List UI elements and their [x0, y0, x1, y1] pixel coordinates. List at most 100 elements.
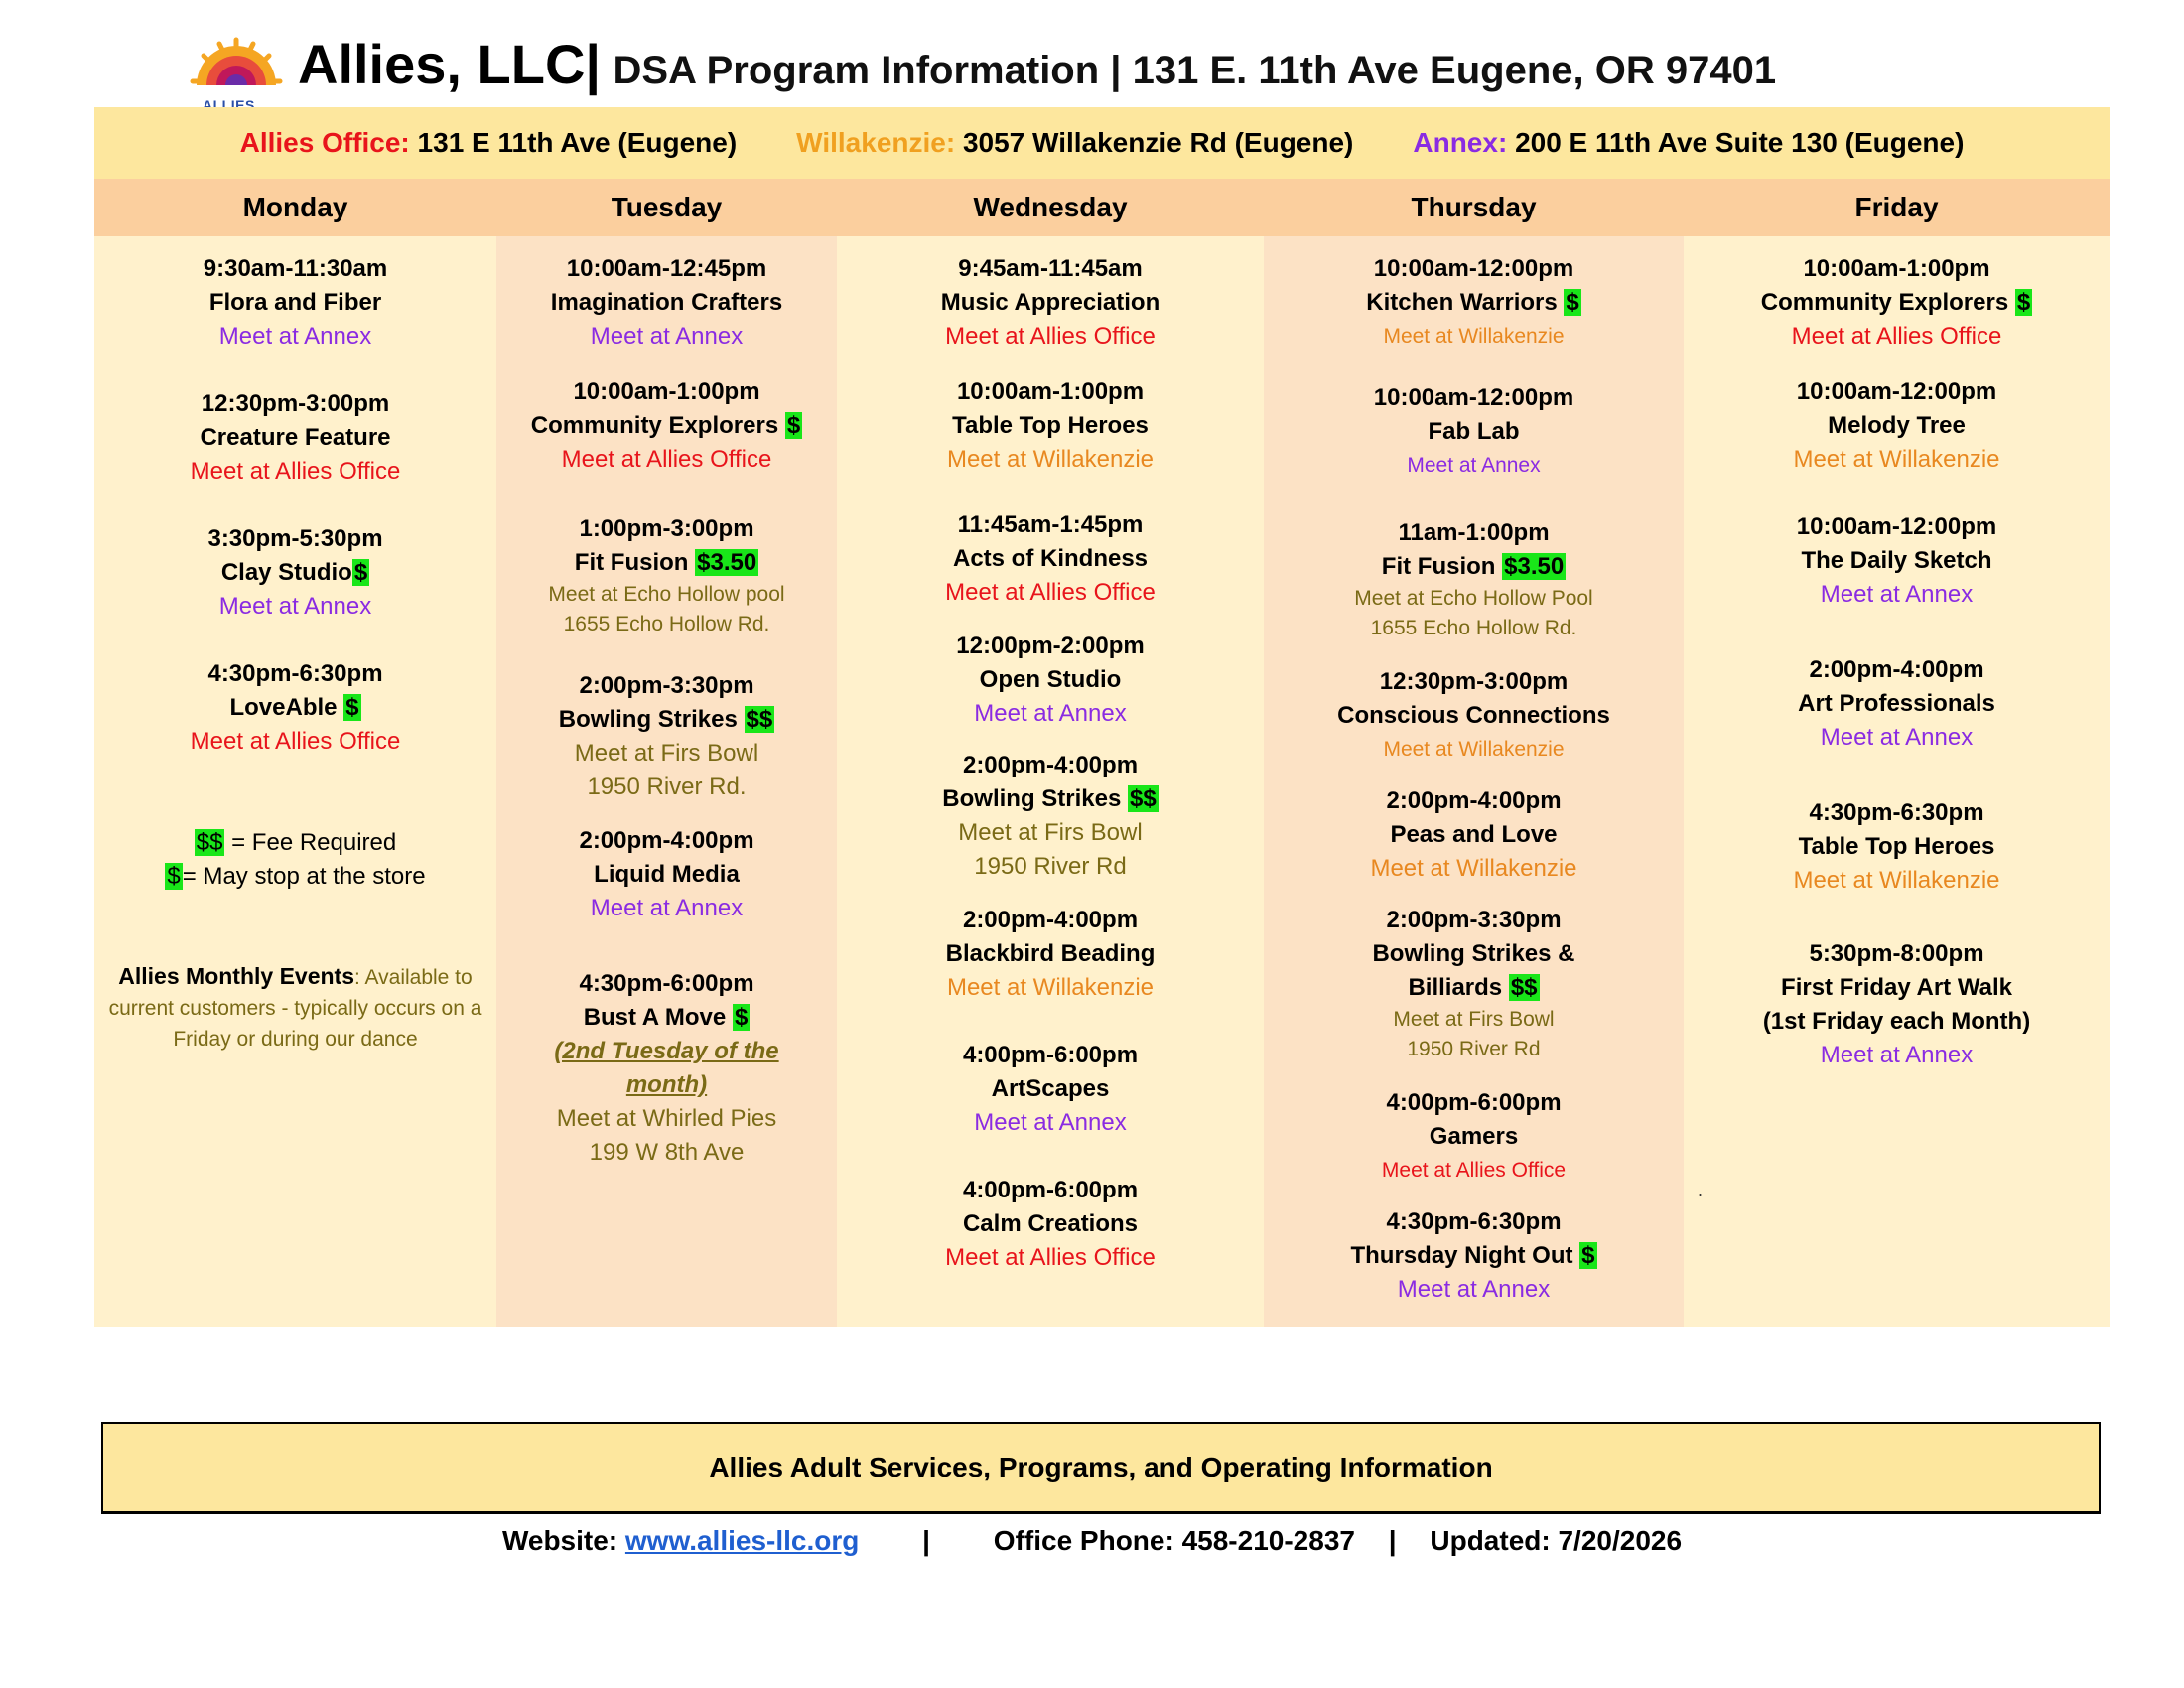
day-monday: Monday [242, 192, 348, 222]
event-time: 4:00pm-6:00pm [962, 1177, 1139, 1203]
event: 2:00pm-4:00pm Peas and Love Meet at Will… [1264, 784, 1684, 886]
column-tuesday: 10:00am-12:45pm Imagination Crafters Mee… [496, 236, 837, 1327]
event-meet: Meet at Annex [1407, 454, 1541, 477]
event-meet: Meet at Annex [1820, 724, 1974, 751]
event-note: month) [625, 1071, 708, 1098]
column-wednesday: 9:45am-11:45am Music Appreciation Meet a… [837, 236, 1264, 1327]
event-address: 1655 Echo Hollow Rd. [563, 613, 770, 635]
event-name-row: Fit Fusion $3.50 [1264, 550, 1684, 584]
event-name: Clay Studio [220, 559, 352, 586]
event: 1:00pm-3:00pm Fit Fusion $3.50 Meet at E… [496, 512, 837, 639]
page-header: ALLIES, LLC Allies, LLC| DSA Program Inf… [189, 28, 2075, 129]
event: 10:00am-1:00pm Table Top Heroes Meet at … [837, 375, 1264, 477]
updated-date: Updated: 7/20/2026 [1430, 1525, 1683, 1556]
event-time: 4:30pm-6:30pm [1386, 1208, 1562, 1235]
event: 4:00pm-6:00pm Calm Creations Meet at All… [837, 1174, 1264, 1275]
event-name: Fit Fusion [1381, 553, 1496, 580]
event-meet: Meet at Annex [1397, 1276, 1551, 1303]
services-info-banner: Allies Adult Services, Programs, and Ope… [101, 1422, 2101, 1514]
event: 4:00pm-6:00pm ArtScapes Meet at Annex [837, 1039, 1264, 1140]
event-name-row: Bowling Strikes $$ [496, 703, 837, 737]
event: 2:00pm-3:30pm Bowling Strikes & Billiard… [1264, 904, 1684, 1064]
event: 10:00am-12:00pm Melody Tree Meet at Will… [1684, 375, 2110, 477]
event-time: 5:30pm-8:00pm [1809, 940, 1984, 967]
event-meet: Meet at Willakenzie [1383, 738, 1565, 761]
office-phone: Office Phone: 458-210-2837 [993, 1525, 1355, 1556]
location-annex: Annex: 200 E 11th Ave Suite 130 (Eugene) [1413, 127, 1964, 159]
event-time: 10:00am-1:00pm [956, 378, 1145, 405]
event-name: Fit Fusion [574, 549, 689, 576]
event-time: 4:30pm-6:30pm [1809, 799, 1984, 826]
location-address: 131 E 11th Ave (Eugene) [417, 127, 738, 158]
event-time: 10:00am-1:00pm [573, 378, 760, 405]
event: 9:30am-11:30am Flora and Fiber Meet at A… [94, 252, 496, 353]
event-time: 10:00am-1:00pm [1803, 255, 1990, 282]
program-subtitle: DSA Program Information | 131 E. 11th Av… [613, 49, 1777, 92]
event: 4:30pm-6:30pm Table Top Heroes Meet at W… [1684, 796, 2110, 898]
schedule-grid: 9:30am-11:30am Flora and Fiber Meet at A… [94, 236, 2110, 1327]
footer-separator: | [1388, 1525, 1397, 1556]
location-bar: Allies Office: 131 E 11th Ave (Eugene) W… [94, 107, 2110, 179]
legend-store: $= May stop at the store [94, 860, 496, 894]
event-meet: Meet at Annex [590, 323, 744, 350]
event: 11:45am-1:45pm Acts of Kindness Meet at … [837, 508, 1264, 610]
event: 2:00pm-4:00pm Art Professionals Meet at … [1684, 653, 2110, 755]
location-address: 200 E 11th Ave Suite 130 (Eugene) [1515, 127, 1965, 158]
event-name: Table Top Heroes [1798, 833, 1995, 860]
event: 2:00pm-4:00pm Liquid Media Meet at Annex [496, 824, 837, 925]
event-meet: Meet at Annex [590, 895, 744, 921]
event-meet: Meet at Allies Office [190, 728, 401, 755]
event-name: Calm Creations [962, 1210, 1139, 1237]
event: 10:00am-12:45pm Imagination Crafters Mee… [496, 252, 837, 353]
event-name-cont: (1st Friday each Month) [1762, 1008, 2031, 1035]
event-name: Conscious Connections [1337, 702, 1610, 729]
event-name: Thursday Night Out [1350, 1242, 1573, 1269]
website-link[interactable]: www.allies-llc.org [625, 1525, 859, 1556]
column-thursday: 10:00am-12:00pm Kitchen Warriors $ Meet … [1264, 236, 1684, 1327]
day-tuesday: Tuesday [611, 192, 723, 222]
legend-text: = Fee Required [224, 829, 397, 856]
event: 9:45am-11:45am Music Appreciation Meet a… [837, 252, 1264, 353]
event-time: 10:00am-12:00pm [1796, 513, 1997, 540]
event-time: 12:30pm-3:00pm [1379, 668, 1569, 695]
event-note: (2nd Tuesday of the [554, 1038, 779, 1064]
event-name: Blackbird Beading [945, 940, 1156, 967]
event-time: 9:30am-11:30am [203, 255, 388, 282]
event-meet: Meet at Whirled Pies [556, 1105, 777, 1132]
event-time: 2:00pm-4:00pm [962, 752, 1139, 778]
event-meet: Meet at Allies Office [561, 446, 772, 473]
event-name: Open Studio [979, 666, 1122, 693]
fee-badge: $ [1564, 289, 1581, 316]
event-name: Art Professionals [1798, 690, 1995, 717]
event-name: Fab Lab [1428, 418, 1520, 445]
event-name: ArtScapes [991, 1075, 1110, 1102]
event-name: Community Explorers [1760, 289, 2009, 316]
event-time: 4:30pm-6:30pm [207, 660, 383, 687]
event-name: Melody Tree [1828, 412, 1966, 439]
event-name-cont: Billiards [1408, 974, 1503, 1001]
event-address: 1655 Echo Hollow Rd. [1370, 617, 1577, 639]
event-meet: Meet at Annex [1820, 1042, 1974, 1068]
event-meet: Meet at Firs Bowl [958, 819, 1143, 846]
brand-name: Allies, LLC| [298, 33, 602, 95]
event-meet: Meet at Annex [218, 323, 372, 350]
fee-badge: $ [1579, 1242, 1597, 1269]
event-name: Bust A Move [583, 1004, 727, 1031]
event-name-row: Kitchen Warriors $ [1264, 286, 1684, 320]
event: 10:00am-12:00pm Fab Lab Meet at Annex [1264, 381, 1684, 483]
event-name-row: Bust A Move $ [496, 1001, 837, 1035]
event-meet: Meet at Firs Bowl [574, 740, 759, 767]
event: 12:00pm-2:00pm Open Studio Meet at Annex [837, 630, 1264, 731]
event-time: 9:45am-11:45am [958, 255, 1143, 282]
fee-badge: $$ [194, 829, 225, 856]
day-header-row: Monday Tuesday Wednesday Thursday Friday [94, 179, 2110, 236]
event-time: 4:00pm-6:00pm [1386, 1089, 1562, 1116]
event-name-row: LoveAble $ [94, 691, 496, 725]
event-time: 11:45am-1:45pm [957, 511, 1144, 538]
event: 2:00pm-4:00pm Blackbird Beading Meet at … [837, 904, 1264, 1005]
event-name: Acts of Kindness [952, 545, 1149, 572]
event-meet: Meet at Echo Hollow pool [548, 583, 785, 606]
event-name: Bowling Strikes [558, 706, 738, 733]
event-time: 4:30pm-6:00pm [579, 970, 754, 997]
event-time: 10:00am-12:45pm [566, 255, 767, 282]
